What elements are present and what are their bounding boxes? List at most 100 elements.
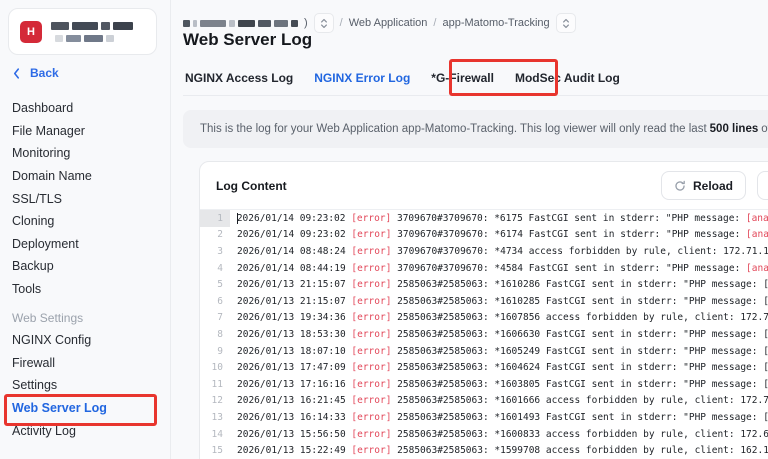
line-number: 11 <box>200 376 230 393</box>
tab-nginx-access-log[interactable]: NGINX Access Log <box>183 71 295 85</box>
log-level: [error] <box>351 346 391 357</box>
sidebar-item-backup[interactable]: Backup <box>0 255 169 278</box>
banner-text: This is the log for your Web Application… <box>200 123 707 135</box>
reload-icon <box>674 180 686 192</box>
tab-modsec-audit-log[interactable]: ModSec Audit Log <box>513 71 622 85</box>
line-number: 1 <box>200 210 230 227</box>
log-line[interactable]: 10 2026/01/13 17:47:09 [error] 2585063#2… <box>200 359 768 376</box>
log-message: 2585063#2585063: *1605249 FastCGI sent i… <box>391 346 768 357</box>
log-line[interactable]: 6 2026/01/13 21:15:07 [error] 2585063#25… <box>200 293 768 310</box>
log-viewer[interactable]: 1 2026/01/14 09:23:02 [error] 3709670#37… <box>200 210 768 459</box>
sidebar-item-settings[interactable]: Settings <box>0 374 169 397</box>
line-number: 2 <box>200 227 230 244</box>
log-level: [error] <box>351 362 391 373</box>
breadcrumb-item-app[interactable]: app-Matomo-Tracking <box>442 17 549 29</box>
sidebar-item-ssl-tls[interactable]: SSL/TLS <box>0 187 169 210</box>
sidebar-item-dashboard[interactable]: Dashboard <box>0 97 169 120</box>
breadcrumb-item-web-application[interactable]: Web Application <box>349 17 428 29</box>
log-line-text: 2026/01/14 09:23:02 [error] 3709670#3709… <box>230 213 768 224</box>
log-message: 2585063#2585063: *1610285 FastCGI sent i… <box>391 296 768 307</box>
log-level: [error] <box>351 263 391 274</box>
sidebar-item-label: Deployment <box>12 237 79 251</box>
log-line[interactable]: 8 2026/01/13 18:53:30 [error] 2585063#25… <box>200 326 768 343</box>
sidebar-item-firewall[interactable]: Firewall <box>0 352 169 375</box>
reload-button[interactable]: Reload <box>661 171 746 200</box>
sidebar-item-nginx-config[interactable]: NGINX Config <box>0 329 169 352</box>
sidebar: H Back DashboardFile Ma <box>0 0 171 459</box>
sidebar-item-file-manager[interactable]: File Manager <box>0 120 169 143</box>
site-selector-button[interactable] <box>314 13 334 33</box>
log-line[interactable]: 7 2026/01/13 19:34:36 [error] 2585063#25… <box>200 310 768 327</box>
chevrons-up-down-icon <box>562 18 570 29</box>
log-line[interactable]: 5 2026/01/13 21:15:07 [error] 2585063#25… <box>200 276 768 293</box>
tab-bar: NGINX Access Log NGINX Error Log *G-Firewa… <box>183 60 768 96</box>
log-line[interactable]: 12 2026/01/13 16:21:45 [error] 2585063#2… <box>200 393 768 410</box>
line-number: 5 <box>200 276 230 293</box>
banner-text: of the actual log file. <box>761 123 768 135</box>
log-timestamp: 2026/01/13 17:47:09 <box>237 362 351 373</box>
log-level: [error] <box>351 279 391 290</box>
log-timestamp: 2026/01/14 08:44:19 <box>237 263 351 274</box>
log-level: [error] <box>351 412 391 423</box>
log-level: [error] <box>351 312 391 323</box>
sidebar-item-web-server-log[interactable]: Web Server Log <box>0 397 169 420</box>
log-message: 2585063#2585063: *1610286 FastCGI sent i… <box>391 279 768 290</box>
log-message: 2585063#2585063: *1600833 access forbidd… <box>391 429 768 440</box>
breadcrumb-suffix: ) <box>304 17 308 29</box>
log-line-text: 2026/01/13 17:47:09 [error] 2585063#2585… <box>230 362 768 373</box>
sidebar-item-monitoring[interactable]: Monitoring <box>0 142 169 165</box>
log-line-text: 2026/01/13 21:15:07 [error] 2585063#2585… <box>230 296 768 307</box>
log-timestamp: 2026/01/13 21:15:07 <box>237 296 351 307</box>
log-line[interactable]: 11 2026/01/13 17:16:16 [error] 2585063#2… <box>200 376 768 393</box>
secondary-button[interactable] <box>757 171 768 200</box>
log-line-text: 2026/01/13 17:16:16 [error] 2585063#2585… <box>230 379 768 390</box>
sidebar-item-domain-name[interactable]: Domain Name <box>0 165 169 188</box>
log-line[interactable]: 3 2026/01/14 08:48:24 [error] 3709670#37… <box>200 243 768 260</box>
log-line-text: 2026/01/14 09:23:02 [error] 3709670#3709… <box>230 229 768 240</box>
log-message: 2585063#2585063: *1604624 FastCGI sent i… <box>391 362 768 373</box>
log-line[interactable]: 2 2026/01/14 09:23:02 [error] 3709670#37… <box>200 227 768 244</box>
line-number: 12 <box>200 393 230 410</box>
log-timestamp: 2026/01/13 16:14:33 <box>237 412 351 423</box>
sidebar-item-label: Firewall <box>12 356 55 370</box>
log-line[interactable]: 13 2026/01/13 16:14:33 [error] 2585063#2… <box>200 409 768 426</box>
tab-g-firewall[interactable]: *G-Firewall <box>429 71 496 85</box>
sidebar-item-deployment[interactable]: Deployment <box>0 233 169 256</box>
page-title: Web Server Log <box>183 30 312 50</box>
breadcrumb-separator: / <box>433 17 436 29</box>
log-timestamp: 2026/01/13 21:15:07 <box>237 279 351 290</box>
log-line[interactable]: 14 2026/01/13 15:56:50 [error] 2585063#2… <box>200 426 768 443</box>
log-line-text: 2026/01/13 18:07:10 [error] 2585063#2585… <box>230 346 768 357</box>
back-label: Back <box>30 66 59 80</box>
info-banner: This is the log for your Web Application… <box>183 110 768 148</box>
log-line-text: 2026/01/13 15:22:49 [error] 2585063#2585… <box>230 445 768 456</box>
line-number: 13 <box>200 409 230 426</box>
sidebar-item-label: Backup <box>12 259 54 273</box>
log-line-text: 2026/01/13 16:14:33 [error] 2585063#2585… <box>230 412 768 423</box>
log-message-highlight: [ana <box>746 263 768 274</box>
sidebar-item-label: Tools <box>12 282 41 296</box>
log-timestamp: 2026/01/14 09:23:02 <box>237 213 351 224</box>
log-panel-title: Log Content <box>216 179 287 193</box>
log-content-panel: Log Content Reload 1 2026/01/14 09:23:02… <box>199 161 768 459</box>
log-line[interactable]: 4 2026/01/14 08:44:19 [error] 3709670#37… <box>200 260 768 277</box>
log-level: [error] <box>351 429 391 440</box>
sidebar-item-cloning[interactable]: Cloning <box>0 210 169 233</box>
log-line[interactable]: 9 2026/01/13 18:07:10 [error] 2585063#25… <box>200 343 768 360</box>
log-message: 3709670#3709670: *4734 access forbidden … <box>391 246 768 257</box>
logo-card[interactable]: H <box>8 8 157 55</box>
tab-nginx-error-log[interactable]: NGINX Error Log <box>312 71 412 85</box>
log-line[interactable]: 1 2026/01/14 09:23:02 [error] 3709670#37… <box>200 210 768 227</box>
log-timestamp: 2026/01/14 08:48:24 <box>237 246 351 257</box>
log-timestamp: 2026/01/13 18:53:30 <box>237 329 351 340</box>
web-server-log-page: H Back DashboardFile Ma <box>0 0 768 459</box>
back-button[interactable]: Back <box>13 66 59 80</box>
redacted-text <box>51 22 133 42</box>
sidebar-item-activity-log[interactable]: Activity Log <box>0 419 169 442</box>
app-selector-button[interactable] <box>556 13 576 33</box>
log-timestamp: 2026/01/13 15:22:49 <box>237 445 351 456</box>
line-number: 8 <box>200 326 230 343</box>
sidebar-menu: DashboardFile ManagerMonitoringDomain Na… <box>0 97 169 442</box>
sidebar-item-tools[interactable]: Tools <box>0 278 169 301</box>
log-line[interactable]: 15 2026/01/13 15:22:49 [error] 2585063#2… <box>200 442 768 459</box>
